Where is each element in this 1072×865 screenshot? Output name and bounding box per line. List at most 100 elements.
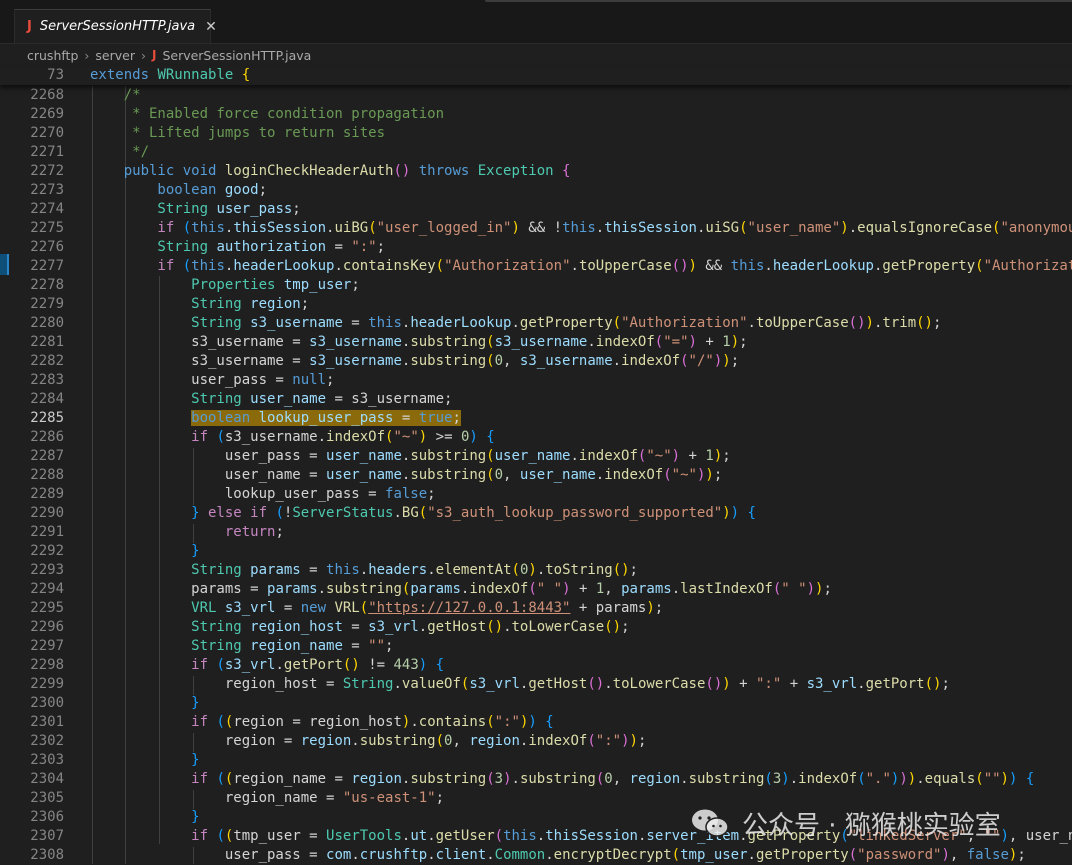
code-line[interactable]: 2287 user_pass = user_name.substring(use… xyxy=(0,447,1072,466)
line-number: 2300 xyxy=(30,695,64,711)
line-number: 2273 xyxy=(30,182,64,198)
sticky-line[interactable]: 73 extends WRunnable { xyxy=(0,66,1072,85)
code-text: } xyxy=(90,809,200,825)
code-line[interactable]: 2278 Properties tmp_user; xyxy=(0,276,1072,295)
line-number: 2294 xyxy=(30,581,64,597)
code-line[interactable]: 2289 lookup_user_pass = false; xyxy=(0,485,1072,504)
line-number: 2282 xyxy=(30,353,64,369)
line-number: 2305 xyxy=(30,790,64,806)
sticky-scroll-header[interactable]: 73 extends WRunnable { xyxy=(0,66,1072,85)
code-text: if (this.headerLookup.containsKey("Autho… xyxy=(90,258,1072,274)
code-text: s3_username = s3_username.substring(0, s… xyxy=(90,353,740,369)
code-text: * Enabled force condition propagation xyxy=(90,106,445,122)
code-line[interactable]: 2292 } xyxy=(0,542,1072,561)
code-text: boolean lookup_user_pass = true; xyxy=(191,410,461,426)
tab-serversessionhttp[interactable]: J ServerSessionHTTP.java ✕ xyxy=(14,9,217,43)
code-line[interactable]: 2274 String user_pass; xyxy=(0,200,1072,219)
title-bar-edge xyxy=(485,0,1072,2)
code-text: } xyxy=(90,695,200,711)
code-text: } else if (!ServerStatus.BG("s3_auth_loo… xyxy=(90,505,756,521)
code-text: String user_name = s3_username; xyxy=(90,391,453,407)
code-text: String user_pass; xyxy=(90,201,301,217)
line-number: 2276 xyxy=(30,239,64,255)
chevron-right-icon: › xyxy=(140,47,146,63)
code-line[interactable]: 2303 } xyxy=(0,751,1072,770)
code-line[interactable]: 2285 boolean lookup_user_pass = true; xyxy=(0,409,1072,428)
code-line[interactable]: 2279 String region; xyxy=(0,295,1072,314)
code-line[interactable]: 2296 String region_host = s3_vrl.getHost… xyxy=(0,618,1072,637)
code-text: user_pass = null; xyxy=(90,372,335,388)
code-line[interactable]: 2272 public void loginCheckHeaderAuth() … xyxy=(0,162,1072,181)
code-line[interactable]: 2270 * Lifted jumps to return sites xyxy=(0,124,1072,143)
close-icon[interactable]: ✕ xyxy=(205,19,217,35)
code-line[interactable]: 2277 if (this.headerLookup.containsKey("… xyxy=(0,257,1072,276)
line-number: 2297 xyxy=(30,638,64,654)
code-text: user_name = user_name.substring(0, user_… xyxy=(90,467,723,483)
line-number: 2272 xyxy=(30,163,64,179)
code-line[interactable]: 2280 String s3_username = this.headerLoo… xyxy=(0,314,1072,333)
code-text: if (s3_vrl.getPort() != 443) { xyxy=(90,657,445,673)
breadcrumb-item-server[interactable]: server xyxy=(95,48,135,63)
line-number: 2307 xyxy=(30,828,64,844)
code-line[interactable]: 2273 boolean good; xyxy=(0,181,1072,200)
code-line[interactable]: 2301 if ((region = region_host).contains… xyxy=(0,713,1072,732)
line-number: 2269 xyxy=(30,106,64,122)
code-text: if ((region = region_host).contains(":")… xyxy=(90,714,554,730)
code-line[interactable]: 2302 region = region.substring(0, region… xyxy=(0,732,1072,751)
line-number: 2288 xyxy=(30,467,64,483)
code-line[interactable]: 2304 if ((region_name = region.substring… xyxy=(0,770,1072,789)
line-number: 2304 xyxy=(30,771,64,787)
code-text: public void loginCheckHeaderAuth() throw… xyxy=(90,163,571,179)
code-line[interactable]: 2271 */ xyxy=(0,143,1072,162)
code-line[interactable]: 2300 } xyxy=(0,694,1072,713)
code-line[interactable]: 2294 params = params.substring(params.in… xyxy=(0,580,1072,599)
code-text: /* xyxy=(90,87,141,103)
wechat-icon xyxy=(692,809,729,837)
line-number: 2271 xyxy=(30,144,64,160)
line-number: 2293 xyxy=(30,562,64,578)
line-number: 2301 xyxy=(30,714,64,730)
code-text: params = params.substring(params.indexOf… xyxy=(90,581,832,597)
code-line[interactable]: 2282 s3_username = s3_username.substring… xyxy=(0,352,1072,371)
code-text: return; xyxy=(90,524,284,540)
breadcrumb-item-file[interactable]: ServerSessionHTTP.java xyxy=(162,48,311,63)
line-number: 2270 xyxy=(30,125,64,141)
code-line[interactable]: 2291 return; xyxy=(0,523,1072,542)
breadcrumb: crushftp › server › J ServerSessionHTTP.… xyxy=(0,44,1072,66)
code-line[interactable]: 2299 region_host = String.valueOf(s3_vrl… xyxy=(0,675,1072,694)
code-text: if (this.thisSession.uiBG("user_logged_i… xyxy=(90,220,1072,236)
code-line[interactable]: 2288 user_name = user_name.substring(0, … xyxy=(0,466,1072,485)
line-number: 2292 xyxy=(30,543,64,559)
code-line[interactable]: 2297 String region_name = ""; xyxy=(0,637,1072,656)
code-text: s3_username = s3_username.substring(s3_u… xyxy=(90,334,748,350)
code-line[interactable]: 2275 if (this.thisSession.uiBG("user_log… xyxy=(0,219,1072,238)
line-number: 2289 xyxy=(30,486,64,502)
code-text: String s3_username = this.headerLookup.g… xyxy=(90,315,942,331)
code-text: user_pass = user_name.substring(user_nam… xyxy=(90,448,731,464)
code-line[interactable]: 2284 String user_name = s3_username; xyxy=(0,390,1072,409)
chevron-right-icon: › xyxy=(84,47,90,63)
code-line[interactable]: 2290 } else if (!ServerStatus.BG("s3_aut… xyxy=(0,504,1072,523)
tab-label: ServerSessionHTTP.java xyxy=(39,19,196,34)
code-line[interactable]: 2281 s3_username = s3_username.substring… xyxy=(0,333,1072,352)
code-line[interactable]: 2298 if (s3_vrl.getPort() != 443) { xyxy=(0,656,1072,675)
code-line[interactable]: 2286 if (s3_username.indexOf("~") >= 0) … xyxy=(0,428,1072,447)
code-line[interactable]: 2269 * Enabled force condition propagati… xyxy=(0,105,1072,124)
code-line[interactable]: 2293 String params = this.headers.elemen… xyxy=(0,561,1072,580)
code-line[interactable]: 2268 /* xyxy=(0,86,1072,105)
line-number: 2291 xyxy=(30,524,64,540)
code-text: String region_host = s3_vrl.getHost().to… xyxy=(90,619,630,635)
code-text: user_pass = com.crushftp.client.Common.e… xyxy=(90,847,1026,863)
line-number: 2286 xyxy=(30,429,64,445)
code-line[interactable]: 2276 String authorization = ":"; xyxy=(0,238,1072,257)
line-number: 2284 xyxy=(30,391,64,407)
line-number: 2287 xyxy=(30,448,64,464)
code-text: */ xyxy=(90,144,150,160)
code-editor[interactable]: 73 extends WRunnable { 2268 /* 2269 * Enab… xyxy=(0,66,1072,864)
line-number: 2275 xyxy=(30,220,64,236)
code-line[interactable]: 2295 VRL s3_vrl = new VRL("https://127.0… xyxy=(0,599,1072,618)
code-line[interactable]: 2308 user_pass = com.crushftp.client.Com… xyxy=(0,846,1072,865)
code-text: Properties tmp_user; xyxy=(90,277,360,293)
breadcrumb-item-crushftp[interactable]: crushftp xyxy=(27,48,78,63)
code-line[interactable]: 2283 user_pass = null; xyxy=(0,371,1072,390)
